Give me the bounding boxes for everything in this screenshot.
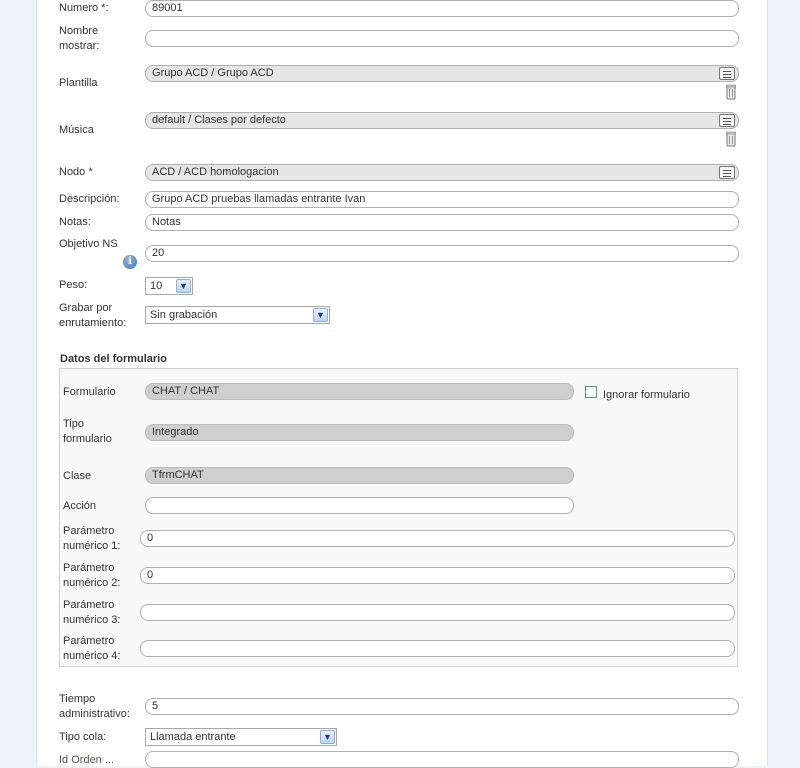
formulario-label: Formulario — [63, 386, 116, 398]
plantilla-field[interactable]: Grupo ACD / Grupo ACD — [145, 65, 739, 82]
nodo-value: ACD / ACD homologacion — [152, 166, 279, 178]
objetivo-ns-label: Objetivo NS — [59, 238, 118, 250]
nodo-label: Nodo * — [59, 166, 93, 178]
param1-input[interactable]: 0 — [140, 530, 735, 547]
peso-select[interactable]: 10 ▼ — [145, 277, 193, 295]
chevron-down-icon[interactable]: ▼ — [313, 308, 328, 322]
form-data-fieldset — [59, 368, 738, 667]
nodo-field[interactable]: ACD / ACD homologacion — [145, 164, 739, 181]
accion-input[interactable] — [145, 497, 574, 514]
nombre-mostrar-input[interactable] — [145, 30, 739, 47]
descripcion-input[interactable]: Grupo ACD pruebas llamadas entrante Ivan — [145, 191, 739, 208]
param4-input[interactable] — [140, 640, 735, 657]
next-row-label: Id Orden ... — [59, 754, 115, 766]
param4-label: Parámetro numérico 4: — [63, 635, 121, 662]
tipo-formulario-field: Integrado — [145, 424, 574, 441]
musica-label: Música — [59, 124, 94, 136]
plantilla-value: Grupo ACD / Grupo ACD — [152, 67, 274, 79]
ignorar-checkbox[interactable] — [585, 386, 597, 398]
ignorar-label[interactable]: Ignorar formulario — [603, 388, 690, 403]
numero-input[interactable]: 89001 — [145, 0, 739, 17]
param3-label: Parámetro numérico 3: — [63, 599, 121, 626]
plantilla-label: Plantilla — [59, 77, 98, 89]
formulario-field: CHAT / CHAT — [145, 383, 574, 400]
section-title: Datos del formulario — [60, 353, 167, 365]
numero-label: Numero *: — [59, 2, 109, 14]
objetivo-ns-input[interactable]: 20 — [145, 245, 739, 262]
grabar-value: Sin grabación — [150, 309, 218, 321]
nombre-mostrar-label: Nombre mostrar: — [59, 25, 100, 52]
param1-label: Parámetro numérico 1: — [63, 525, 121, 552]
param2-label: Parámetro numérico 2: — [63, 562, 121, 589]
tipo-cola-label: Tipo cola: — [59, 731, 107, 743]
peso-label: Peso: — [59, 279, 88, 291]
tipo-cola-select[interactable]: Llamada entrante ▼ — [145, 728, 337, 746]
musica-field[interactable]: default / Clases por defecto — [145, 112, 739, 129]
info-icon[interactable]: i — [123, 255, 137, 269]
accion-label: Acción — [63, 500, 97, 512]
clase-field: TfrmCHAT — [145, 467, 574, 484]
list-picker-icon[interactable] — [719, 114, 735, 127]
grabar-label: Grabar por enrutamiento: — [59, 302, 127, 329]
grabar-select[interactable]: Sin grabación ▼ — [145, 306, 330, 324]
descripcion-label: Descripción: — [59, 193, 120, 205]
list-picker-icon[interactable] — [719, 166, 735, 179]
chevron-down-icon[interactable]: ▼ — [176, 279, 191, 293]
chevron-down-icon[interactable]: ▼ — [320, 730, 335, 744]
clase-label: Clase — [63, 470, 92, 482]
trash-icon[interactable] — [726, 84, 736, 100]
musica-value: default / Clases por defecto — [152, 114, 286, 126]
tiempo-admin-label: Tiempo administrativo: — [59, 693, 130, 720]
tipo-cola-value: Llamada entrante — [150, 731, 236, 743]
tipo-formulario-label: Tipo formulario — [63, 418, 112, 445]
notas-input[interactable]: Notas — [145, 214, 739, 231]
notas-label: Notas: — [59, 216, 91, 228]
param2-input[interactable]: 0 — [140, 567, 735, 584]
peso-value: 10 — [150, 280, 163, 292]
next-row-input[interactable] — [145, 751, 739, 768]
tiempo-admin-input[interactable]: 5 — [145, 698, 739, 715]
list-picker-icon[interactable] — [719, 67, 735, 80]
param3-input[interactable] — [140, 604, 735, 621]
trash-icon[interactable] — [726, 131, 736, 147]
